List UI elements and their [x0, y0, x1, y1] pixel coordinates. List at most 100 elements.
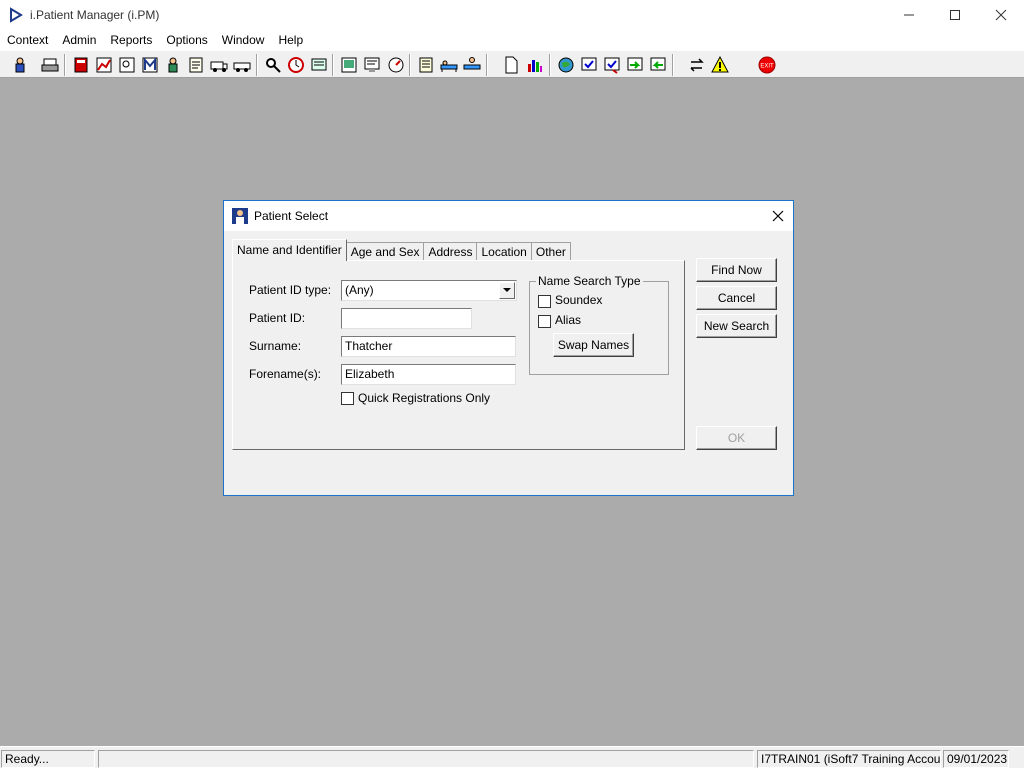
- dropdown-button[interactable]: [499, 282, 515, 299]
- tab-age-and-sex[interactable]: Age and Sex: [345, 242, 425, 261]
- menu-reports[interactable]: Reports: [103, 30, 159, 50]
- bed-person-icon: [463, 57, 481, 70]
- forename-input[interactable]: Elizabeth: [341, 364, 516, 385]
- name-search-type-group: Name Search Type Soundex Alias Swap Name…: [529, 274, 669, 375]
- search-doc-icon-button[interactable]: [116, 54, 138, 76]
- document-icon-button[interactable]: [500, 54, 522, 76]
- monitor-icon: [364, 57, 380, 72]
- bar-chart-icon: [528, 60, 542, 72]
- chart-icon-button[interactable]: [93, 54, 115, 76]
- surname-input[interactable]: Thatcher: [341, 336, 516, 357]
- status-account: I7TRAIN01 (iSoft7 Training Account): [757, 750, 941, 768]
- menu-admin[interactable]: Admin: [55, 30, 103, 50]
- check-arrow-icon-button[interactable]: [601, 54, 623, 76]
- notepad-icon-button[interactable]: [185, 54, 207, 76]
- status-empty-panel: [98, 750, 754, 768]
- quick-registrations-checkbox[interactable]: [341, 392, 354, 405]
- alias-checkbox[interactable]: [538, 315, 551, 328]
- document-icon: [505, 56, 518, 74]
- forename-label: Forename(s):: [249, 367, 322, 381]
- ambulance-icon: [210, 61, 228, 72]
- status-message: Ready...: [1, 750, 95, 768]
- menu-bar: Context Admin Reports Options Window Hel…: [0, 30, 1024, 50]
- exit-icon: EXIT: [758, 56, 776, 74]
- patient-select-dialog: Patient Select Name and Identifier Age a…: [223, 200, 794, 496]
- patient-icon-button[interactable]: [9, 54, 31, 76]
- car-icon: [233, 62, 251, 72]
- maximize-icon: [950, 10, 960, 20]
- green-arrow2-icon: [650, 57, 666, 71]
- globe-icon-button[interactable]: [555, 54, 577, 76]
- menu-options[interactable]: Options: [159, 30, 214, 50]
- gauge-icon-button[interactable]: [385, 54, 407, 76]
- minimize-button[interactable]: [886, 0, 932, 30]
- bar-chart-icon-button[interactable]: [524, 54, 546, 76]
- notepad-icon: [189, 57, 203, 73]
- screen-icon-button[interactable]: [308, 54, 330, 76]
- tab-other[interactable]: Other: [530, 242, 571, 261]
- patient-id-type-value: (Any): [345, 283, 374, 297]
- exit-button[interactable]: EXIT: [756, 54, 778, 76]
- menu-help[interactable]: Help: [271, 30, 310, 50]
- toolbar: EXIT: [0, 50, 1024, 78]
- monitor-icon-button[interactable]: [361, 54, 383, 76]
- magnifier-icon-button[interactable]: [262, 54, 284, 76]
- m-icon-button[interactable]: [139, 54, 161, 76]
- dialog-title-bar: Patient Select: [224, 201, 793, 231]
- chevron-down-icon: [503, 288, 511, 292]
- book-icon-button[interactable]: [70, 54, 92, 76]
- tab-address[interactable]: Address: [423, 242, 478, 261]
- close-icon: [995, 9, 1007, 21]
- clock-icon-button[interactable]: [285, 54, 307, 76]
- bed-icon: [440, 60, 458, 72]
- find-now-button[interactable]: Find Now: [696, 258, 777, 282]
- exit-icon-label: EXIT: [760, 64, 774, 70]
- minimize-icon: [904, 14, 914, 16]
- tab-panel-name-and-identifier: Patient ID type: (Any) Patient ID: Surna…: [232, 260, 685, 450]
- printer-icon-button[interactable]: [39, 54, 61, 76]
- patient-id-input[interactable]: [341, 308, 472, 329]
- app-title: i.Patient Manager (i.PM): [30, 8, 160, 22]
- bed-person-icon-button[interactable]: [461, 54, 483, 76]
- alias-label: Alias: [555, 313, 582, 327]
- patient-select-icon: [232, 208, 248, 224]
- surname-label: Surname:: [249, 339, 302, 353]
- person-icon-button[interactable]: [162, 54, 184, 76]
- warning-icon-button[interactable]: [709, 54, 731, 76]
- green-arrow2-icon-button[interactable]: [647, 54, 669, 76]
- magnifier-icon: [266, 58, 281, 73]
- patient-icon: [15, 57, 25, 73]
- tab-location[interactable]: Location: [476, 242, 532, 261]
- tab-strip: Name and Identifier Age and Sex Address …: [232, 239, 571, 261]
- notes-icon-button[interactable]: [415, 54, 437, 76]
- ok-button[interactable]: OK: [696, 426, 777, 450]
- notes-icon: [419, 57, 433, 73]
- green-arrow-icon: [627, 57, 643, 71]
- patient-id-label: Patient ID:: [249, 311, 306, 325]
- patient-id-type-select[interactable]: (Any): [341, 280, 517, 301]
- menu-window[interactable]: Window: [215, 30, 272, 50]
- gauge-icon: [388, 57, 404, 73]
- dialog-close-button[interactable]: [763, 201, 793, 231]
- maximize-button[interactable]: [932, 0, 978, 30]
- photo-icon-button[interactable]: [338, 54, 360, 76]
- soundex-label: Soundex: [555, 293, 603, 307]
- search-doc-icon: [119, 57, 135, 73]
- close-button[interactable]: [978, 0, 1024, 30]
- dialog-title: Patient Select: [254, 209, 329, 223]
- bed-icon-button[interactable]: [438, 54, 460, 76]
- swap-names-button[interactable]: Swap Names: [553, 333, 634, 357]
- soundex-checkbox[interactable]: [538, 295, 551, 308]
- cancel-button[interactable]: Cancel: [696, 286, 777, 310]
- clock-icon: [288, 57, 304, 73]
- photo-icon: [341, 57, 357, 73]
- car-icon-button[interactable]: [231, 54, 253, 76]
- tab-name-and-identifier[interactable]: Name and Identifier: [232, 239, 347, 261]
- ambulance-icon-button[interactable]: [208, 54, 230, 76]
- menu-context[interactable]: Context: [0, 30, 55, 50]
- green-arrow-icon-button[interactable]: [624, 54, 646, 76]
- check-list-icon: [581, 57, 597, 71]
- check-list-icon-button[interactable]: [578, 54, 600, 76]
- transfer-icon-button[interactable]: [686, 54, 708, 76]
- new-search-button[interactable]: New Search: [696, 314, 777, 338]
